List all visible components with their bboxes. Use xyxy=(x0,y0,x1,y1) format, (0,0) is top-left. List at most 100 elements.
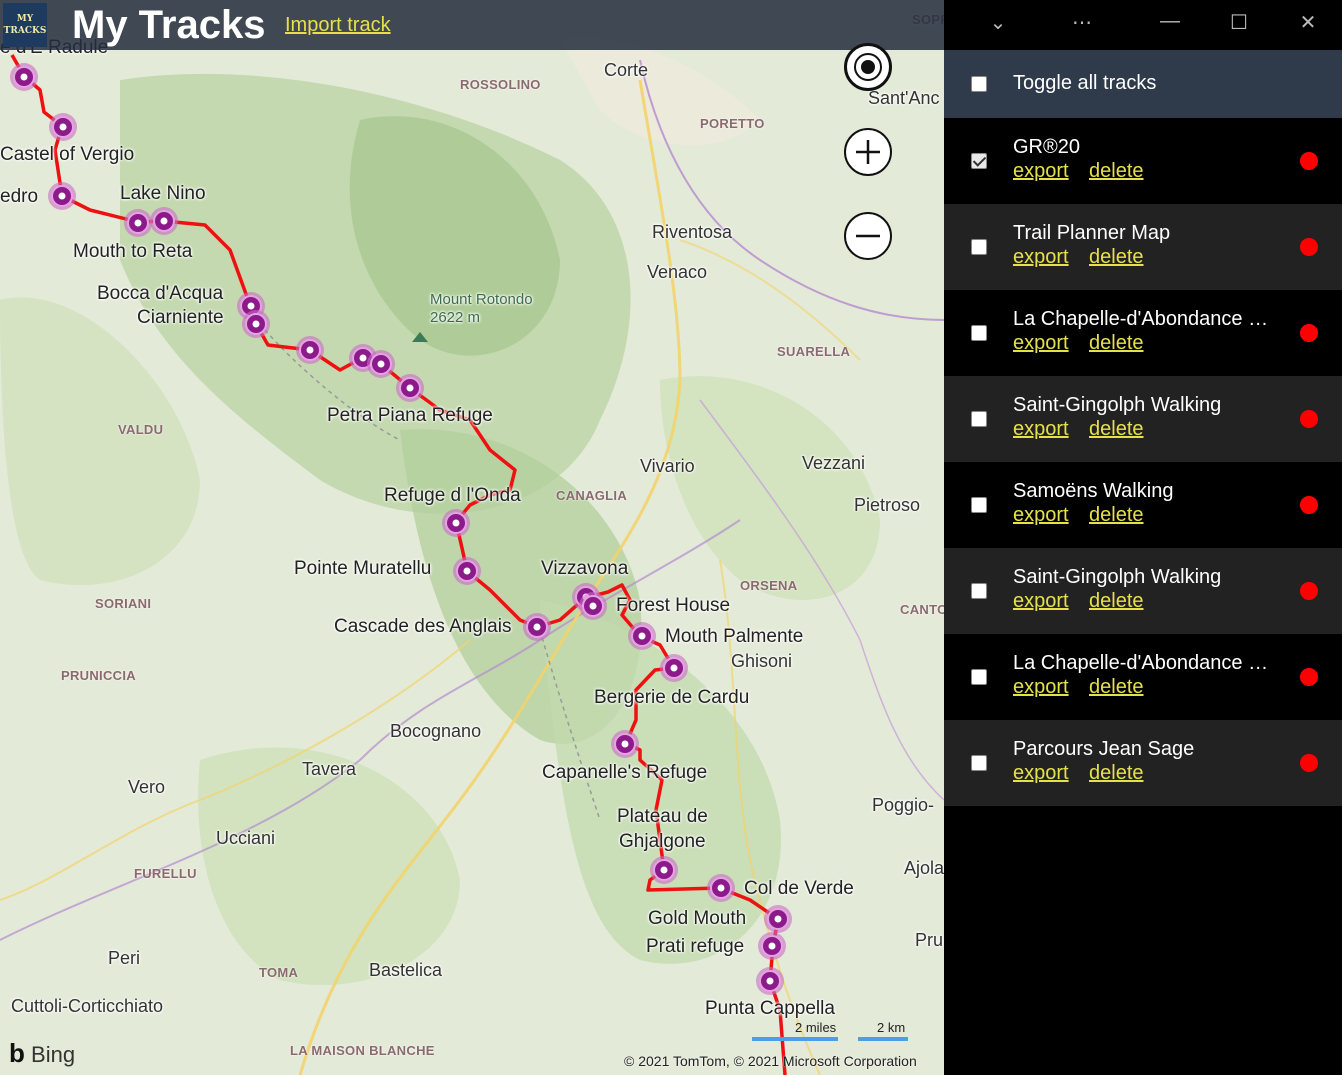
waypoint-pin-icon[interactable] xyxy=(442,509,470,537)
waypoint-pin-icon[interactable] xyxy=(10,63,38,91)
map-view[interactable]: Corte ROSSOLINO PORETTO Sant'Anc Castel of V… xyxy=(0,0,944,1075)
track-row[interactable]: Parcours Jean Sage export delete xyxy=(944,720,1342,806)
track-color-dot[interactable] xyxy=(1300,754,1318,772)
delete-link[interactable]: delete xyxy=(1089,590,1144,613)
close-icon[interactable]: ✕ xyxy=(1293,10,1323,35)
export-link[interactable]: export xyxy=(1013,160,1069,183)
track-row[interactable]: GR®20 export delete xyxy=(944,118,1342,204)
track-row[interactable]: Trail Planner Map export delete xyxy=(944,204,1342,290)
waypoint-pin-icon[interactable] xyxy=(707,874,735,902)
waypoint-pin-icon[interactable] xyxy=(48,182,76,210)
track-color-dot[interactable] xyxy=(1300,668,1318,686)
track-checkbox[interactable] xyxy=(971,755,987,771)
more-icon[interactable]: ⋯ xyxy=(1067,10,1097,35)
scale-bar-miles xyxy=(752,1037,838,1041)
track-checkbox[interactable] xyxy=(971,325,987,341)
bing-label: Bing xyxy=(31,1042,76,1067)
track-checkbox[interactable] xyxy=(971,239,987,255)
track-row[interactable]: Saint-Gingolph Walking export delete xyxy=(944,376,1342,462)
window-titlebar: ⌄ ⋯ — ☐ ✕ xyxy=(944,0,1342,50)
track-checkbox[interactable] xyxy=(971,497,987,513)
track-color-dot[interactable] xyxy=(1300,238,1318,256)
map-place-label: Vivario xyxy=(640,456,695,476)
track-color-dot[interactable] xyxy=(1300,496,1318,514)
track-name: La Chapelle-d'Abondance Walking xyxy=(1013,308,1278,330)
map-place-label: Vizzavona xyxy=(541,558,629,579)
waypoint-pin-icon[interactable] xyxy=(628,622,656,650)
delete-link[interactable]: delete xyxy=(1089,332,1144,355)
waypoint-pin-icon[interactable] xyxy=(49,113,77,141)
track-row[interactable]: La Chapelle-d'Abondance Walkingexport del… xyxy=(944,290,1342,376)
track-name: Parcours Jean Sage xyxy=(1013,738,1195,760)
delete-link[interactable]: delete xyxy=(1089,160,1144,183)
chevron-down-icon[interactable]: ⌄ xyxy=(983,10,1013,35)
track-color-dot[interactable] xyxy=(1300,324,1318,342)
map-place-label: Cascade des Anglais xyxy=(334,616,512,637)
map-place-label: Col de Verde xyxy=(744,878,854,899)
delete-link[interactable]: delete xyxy=(1089,762,1144,785)
delete-link[interactable]: delete xyxy=(1089,246,1144,269)
waypoint-pin-icon[interactable] xyxy=(124,209,152,237)
track-color-dot[interactable] xyxy=(1300,410,1318,428)
map-place-label: Peri xyxy=(108,948,141,968)
map-copyright: © 2021 TomTom, © 2021 Microsoft Corporat… xyxy=(624,1053,917,1069)
waypoint-pin-icon[interactable] xyxy=(764,905,792,933)
locate-button[interactable] xyxy=(844,43,892,91)
waypoint-pin-icon[interactable] xyxy=(579,592,607,620)
zoom-out-button[interactable] xyxy=(844,212,892,260)
map-place-label: Sant'Anc xyxy=(868,88,940,108)
export-link[interactable]: export xyxy=(1013,246,1069,269)
map-place-label: Forest House xyxy=(616,595,731,616)
track-checkbox[interactable] xyxy=(971,411,987,427)
track-color-dot[interactable] xyxy=(1300,152,1318,170)
track-color-dot[interactable] xyxy=(1300,582,1318,600)
map-place-label: Ghjalgone xyxy=(619,831,706,852)
track-checkbox[interactable] xyxy=(971,669,987,685)
map-place-label: Bastelica xyxy=(369,960,443,980)
maximize-icon[interactable]: ☐ xyxy=(1224,10,1254,35)
toggle-all-checkbox[interactable] xyxy=(971,76,987,92)
waypoint-pin-icon[interactable] xyxy=(611,730,639,758)
track-row[interactable]: Saint-Gingolph Walking export delete xyxy=(944,548,1342,634)
waypoint-pin-icon[interactable] xyxy=(150,207,178,235)
export-link[interactable]: export xyxy=(1013,676,1069,699)
map-place-label: Mount Rotondo xyxy=(430,291,533,308)
delete-link[interactable]: delete xyxy=(1089,418,1144,441)
map-place-label: Ucciani xyxy=(216,828,276,848)
map-place-label: Corte xyxy=(604,60,649,80)
zoom-in-button[interactable] xyxy=(844,128,892,176)
waypoint-pin-icon[interactable] xyxy=(396,374,424,402)
track-name: Trail Planner Map xyxy=(1013,222,1171,244)
minimize-icon[interactable]: — xyxy=(1155,10,1185,33)
map-place-label: Pietroso xyxy=(854,495,921,515)
import-track-link[interactable]: Import track xyxy=(285,14,391,37)
bing-b-icon: b xyxy=(9,1038,25,1068)
map-place-label: PRUNICCIA xyxy=(61,668,136,683)
waypoint-pin-icon[interactable] xyxy=(758,932,786,960)
track-name: GR®20 xyxy=(1013,136,1080,158)
waypoint-pin-icon[interactable] xyxy=(367,350,395,378)
toggle-all-row[interactable]: Toggle all tracks xyxy=(944,50,1342,118)
export-link[interactable]: export xyxy=(1013,590,1069,613)
export-link[interactable]: export xyxy=(1013,504,1069,527)
map-place-label: 2622 m xyxy=(430,309,481,326)
map-place-label: Capanelle's Refuge xyxy=(542,762,708,783)
waypoint-pin-icon[interactable] xyxy=(242,310,270,338)
waypoint-pin-icon[interactable] xyxy=(660,654,688,682)
waypoint-pin-icon[interactable] xyxy=(523,613,551,641)
waypoint-pin-icon[interactable] xyxy=(650,856,678,884)
track-row[interactable]: La Chapelle-d'Abondance Walkingexport del… xyxy=(944,634,1342,720)
export-link[interactable]: export xyxy=(1013,762,1069,785)
track-checkbox[interactable] xyxy=(971,583,987,599)
track-checkbox[interactable] xyxy=(971,153,987,169)
delete-link[interactable]: delete xyxy=(1089,504,1144,527)
delete-link[interactable]: delete xyxy=(1089,676,1144,699)
waypoint-pin-icon[interactable] xyxy=(296,336,324,364)
scale-bar-km xyxy=(858,1037,908,1041)
track-row[interactable]: Samoëns Walking export delete xyxy=(944,462,1342,548)
export-link[interactable]: export xyxy=(1013,332,1069,355)
waypoint-pin-icon[interactable] xyxy=(756,967,784,995)
export-link[interactable]: export xyxy=(1013,418,1069,441)
waypoint-pin-icon[interactable] xyxy=(453,557,481,585)
map-place-label: Ciarniente xyxy=(137,307,224,328)
